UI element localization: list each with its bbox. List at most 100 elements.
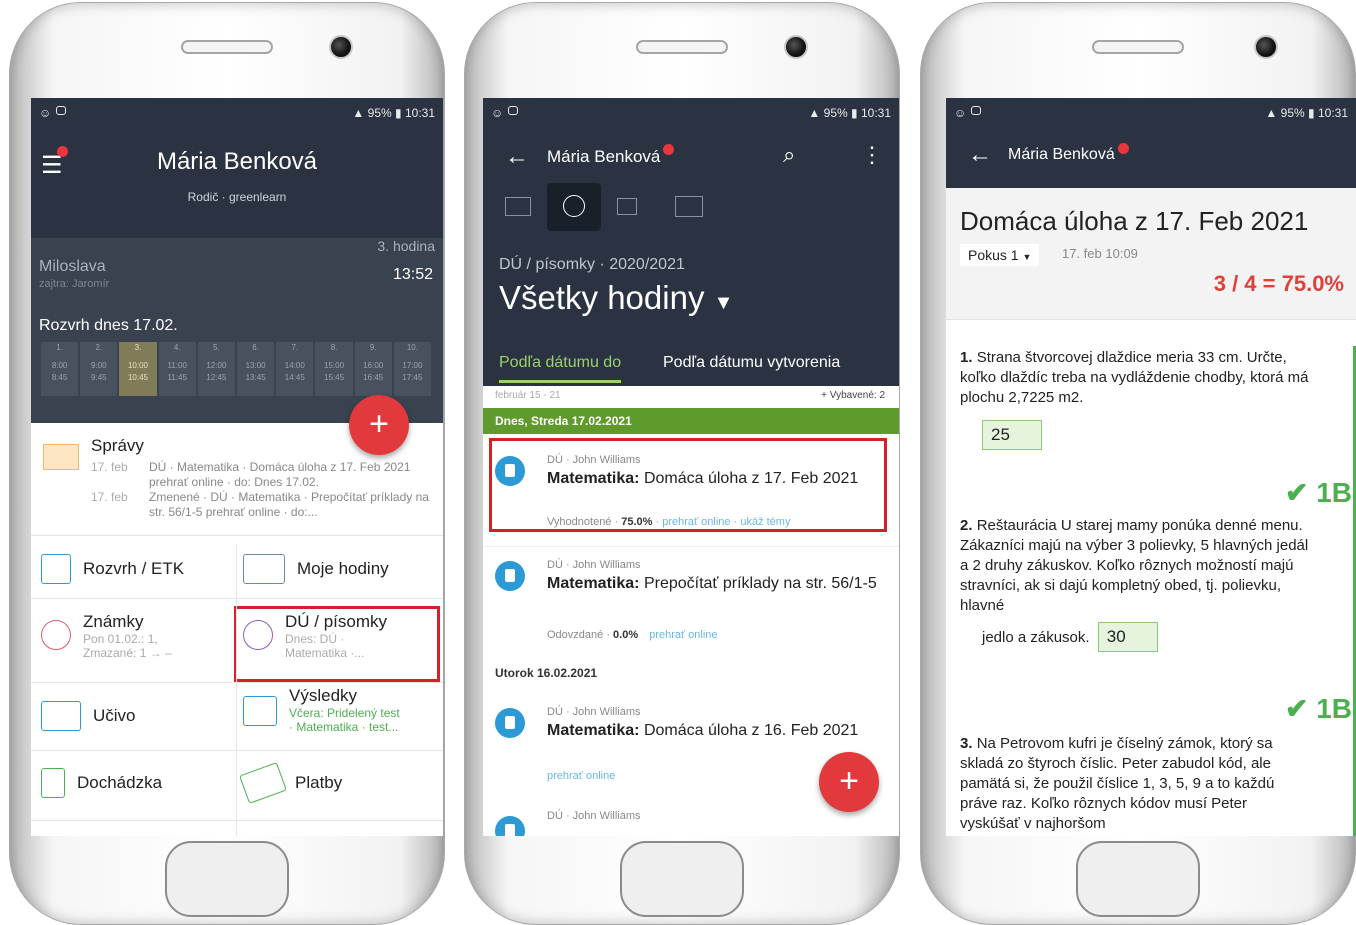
homework-meta: DÚ · John Williams <box>547 810 641 822</box>
points-badge: ✔ 1B <box>1284 477 1352 508</box>
phone-1: ☺ ▲ 95% ▮ 10:31 ☰ Mária Benková Rodič · g… <box>7 0 447 925</box>
money-icon <box>239 762 287 804</box>
tab-by-due-date[interactable]: Podľa dátumu do <box>499 354 622 383</box>
home-button[interactable] <box>620 841 744 917</box>
lesson-time: 13:52 <box>392 266 433 283</box>
speaker <box>636 40 728 54</box>
points-badge: ✔ 1B <box>1284 693 1352 724</box>
tile-sub: Pon 01.02.: 1, <box>83 632 158 646</box>
status-bar: ☺ ▲ 95% ▮ 10:31 <box>483 98 899 127</box>
schedule-cell: 2. 9:00 9:45 <box>80 342 118 396</box>
day-header-today: Dnes, Streda 17.02.2021 <box>483 408 899 434</box>
add-button[interactable]: + <box>819 752 879 812</box>
schedule-cell-current: 3. 10:00 10:45 <box>119 342 157 396</box>
whatsapp-icon: ☺ <box>491 105 504 120</box>
more-icon[interactable]: ⋮ <box>861 142 883 168</box>
answer-field[interactable]: 30 <box>1097 622 1158 652</box>
tile-sub: · Matematika · test... <box>289 720 399 734</box>
messages-card[interactable]: Správy 17. feb DÚ · Matematika · Domáca … <box>31 432 443 536</box>
homework-icon <box>495 708 525 738</box>
class-selector-label: Všetky hodiny <box>499 279 705 316</box>
homework-title: Matematika: Domáca úloha z 16. Feb 2021 <box>547 722 859 739</box>
screen-homework-list: ☺ ▲ 95% ▮ 10:31 ← Mária Benková ⌕ ⋮ DÚ / … <box>483 98 899 836</box>
tile-dochadzka[interactable]: Dochádzka <box>41 768 162 798</box>
done-toggle[interactable]: + Vybavené: 2 <box>821 390 885 401</box>
tile-label: Moje hodiny <box>297 559 389 578</box>
notification-dot <box>663 144 674 155</box>
tile-ucivo[interactable]: Učivo <box>41 701 136 731</box>
schedule-grid[interactable]: 1. 8:00 8:45 2. 9:00 9:45 3. 10:00 10:45 4. 11:… <box>41 342 432 396</box>
attempt-date: 17. feb 10:09 <box>1062 246 1138 261</box>
message-text: DÚ · Matematika · Domáca úloha z 17. Feb… <box>149 460 411 489</box>
homework-title: Matematika: Prepočítať príklady na str. … <box>547 575 877 592</box>
home-button[interactable] <box>1076 841 1200 917</box>
schedule-cell: 8. 15:00 15:45 <box>315 342 353 396</box>
schedule-cell: 9. 16:00 16:45 <box>354 342 392 396</box>
highlight-box <box>489 438 887 532</box>
search-icon[interactable]: ⌕ <box>783 142 795 168</box>
schedule-cell: 5. 12:00 12:45 <box>197 342 236 396</box>
mail-icon[interactable] <box>505 197 531 216</box>
week-range: február 15 - 21 <box>495 390 561 401</box>
replay-link[interactable]: prehrať online <box>547 770 615 782</box>
clock: 10:31 <box>1317 105 1348 120</box>
homework-icon <box>495 816 525 836</box>
battery-icon: ▮ <box>395 105 402 120</box>
speaker <box>1092 40 1184 54</box>
back-arrow-icon[interactable]: ← <box>968 141 992 169</box>
answer-field[interactable]: 25 <box>982 420 1042 450</box>
user-name: Mária Benková <box>156 148 318 175</box>
tile-rozvrh[interactable]: Rozvrh / ETK <box>41 554 184 584</box>
detail-header: Domáca úloha z 17. Feb 2021 Pokus 1 ▼ 17… <box>946 188 1356 320</box>
homework-title: Domáca úloha z 17. Feb 2021 <box>960 206 1309 236</box>
back-arrow-icon[interactable]: ← <box>505 143 529 171</box>
envelope-icon <box>43 444 79 470</box>
signal-icon: ▲ <box>808 105 821 120</box>
tile-label: Dochádzka <box>77 773 163 792</box>
homework-meta: DÚ · John Williams <box>547 706 641 718</box>
tile-znamky[interactable]: Známky Pon 01.02.: 1, Zmazané: 1 → – <box>41 612 172 660</box>
homework-item[interactable]: DÚ · John Williams Matematika: Prepočíta… <box>483 546 899 646</box>
dropdown-icon: ▼ <box>713 292 734 314</box>
attempt-selector[interactable]: Pokus 1 ▼ <box>960 244 1040 266</box>
home-button[interactable] <box>165 841 289 917</box>
tile-vysledky[interactable]: Výsledky Včera: Pridelený test · Matematik… <box>243 686 400 734</box>
timetable-icon <box>41 554 71 584</box>
briefcase-icon <box>41 701 81 731</box>
message-date: 17. feb <box>91 490 128 504</box>
homework-icon <box>495 561 525 591</box>
tile-platby[interactable]: Platby <box>239 762 343 804</box>
chart-icon <box>243 696 277 726</box>
messages-title: Správy <box>91 436 144 455</box>
class-selector[interactable]: Všetky hodiny ▼ <box>499 279 733 317</box>
screen-icon <box>971 105 982 115</box>
battery-icon: ▮ <box>1308 105 1315 120</box>
day-header: Utorok 16.02.2021 <box>495 666 598 680</box>
dropdown-icon: ▼ <box>1022 252 1032 262</box>
camera <box>784 35 808 59</box>
clock-tab-icon[interactable] <box>547 183 601 231</box>
chart-tab-icon[interactable] <box>617 198 637 215</box>
tile-label: Známky <box>83 612 144 631</box>
battery-level: 95% <box>823 105 848 120</box>
question-1: 1. Strana štvorcovej dlaždice meria 33 c… <box>960 348 1310 450</box>
question-3: 3. Na Petrovom kufri je číselný zámok, k… <box>960 735 1275 832</box>
student-name: Miloslava <box>39 258 106 275</box>
tile-label: Rozvrh / ETK <box>83 559 185 578</box>
signal-icon: ▲ <box>1265 105 1278 120</box>
schedule-cell: 6. 13:00 13:45 <box>237 342 275 396</box>
battery-level: 95% <box>367 105 392 120</box>
tile-moje-hodiny[interactable]: Moje hodiny <box>243 554 389 584</box>
attendance-icon <box>41 768 65 798</box>
tomorrow-label: zajtra: Jaromír <box>39 278 110 290</box>
phone-3: ☺ ▲ 95% ▮ 10:31 ← Mária Benková Domáca úl… <box>918 0 1356 925</box>
user-role: Rodič · greenlearn <box>187 190 287 204</box>
status-bar: ☺ ▲ 95% ▮ 10:31 <box>31 98 443 127</box>
tab-by-created-date[interactable]: Podľa dátumu vytvorenia <box>663 354 840 372</box>
homework-status: Odovzdané · 0.0% prehrať online <box>547 629 718 641</box>
lesson-label: 3. hodina <box>377 238 435 254</box>
replay-link[interactable]: prehrať online <box>649 629 717 641</box>
user-name: Mária Benková <box>547 147 661 166</box>
briefcase-tab-icon[interactable] <box>675 196 703 217</box>
tile-label: Platby <box>295 773 343 792</box>
